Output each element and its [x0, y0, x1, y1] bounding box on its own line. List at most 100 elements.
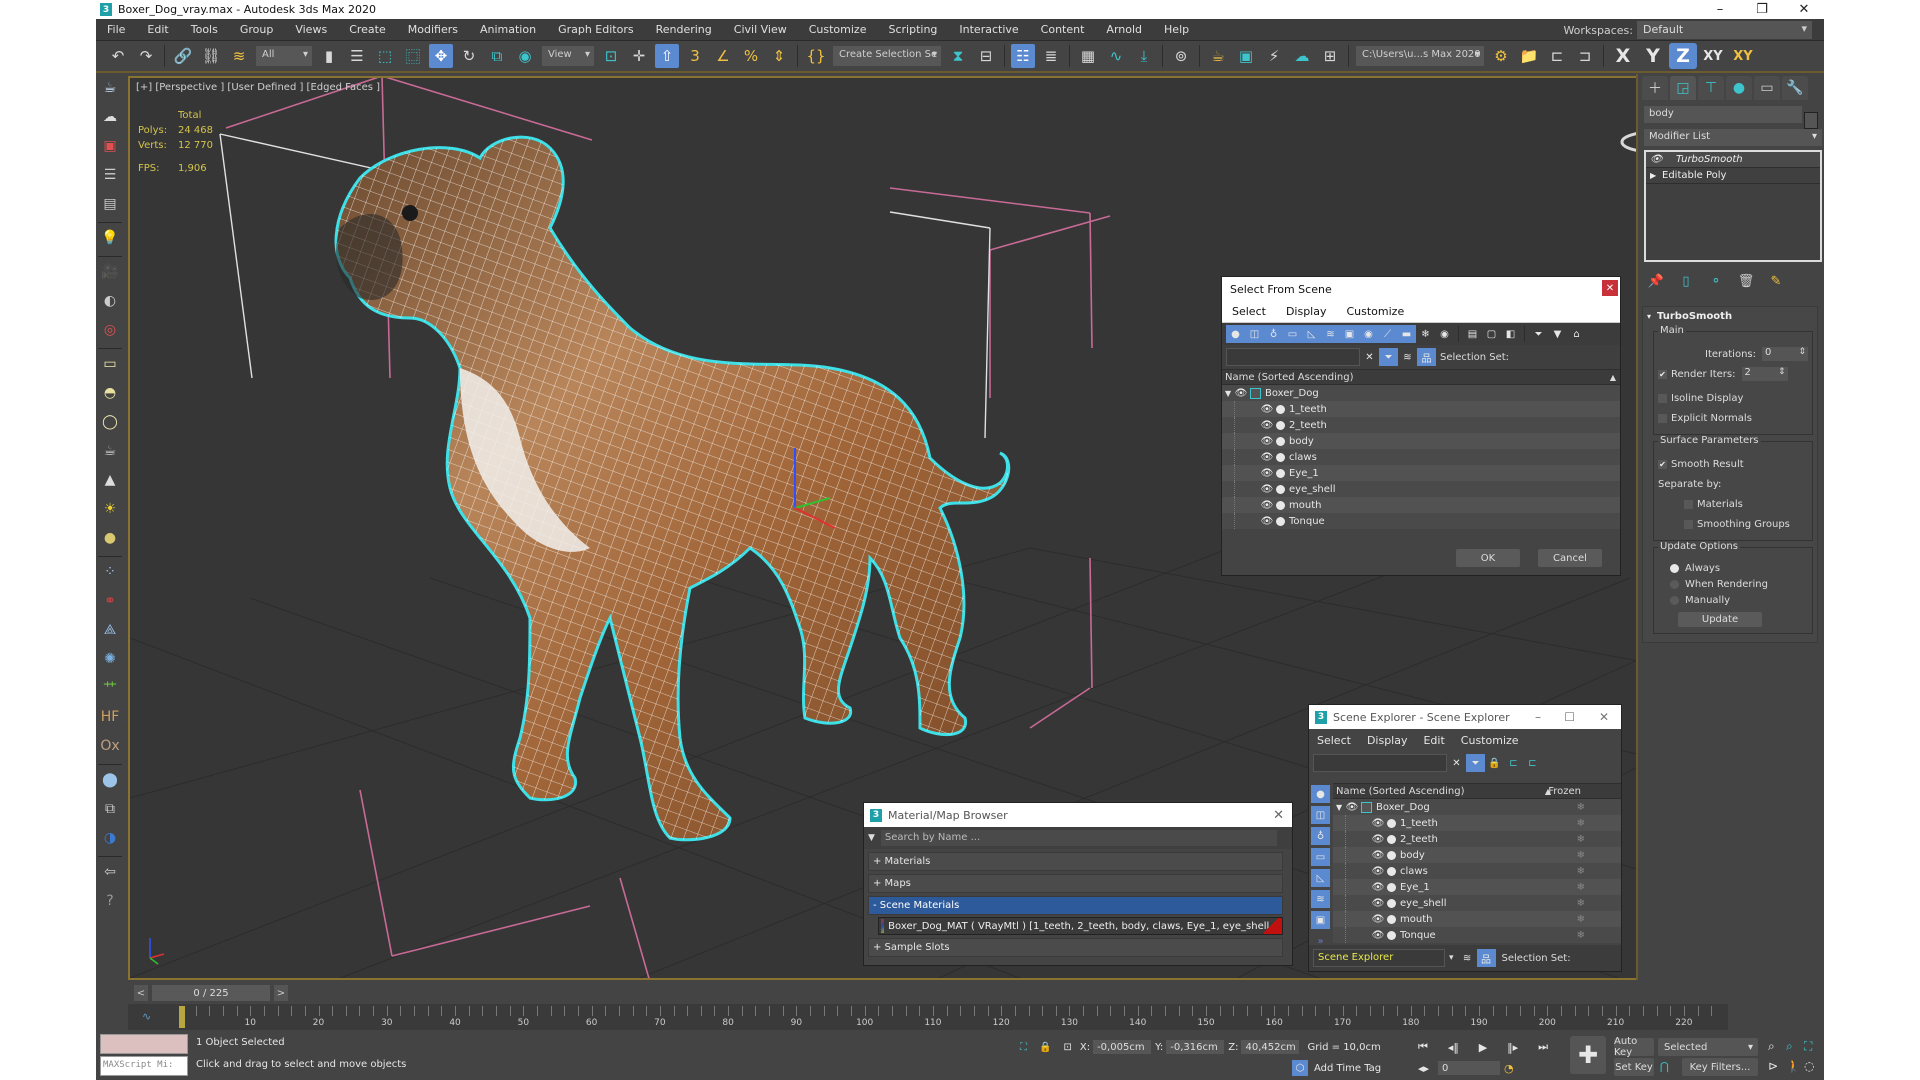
close-icon[interactable]: ✕: [1602, 280, 1618, 296]
ribbon-toggle-icon[interactable]: ▦: [1076, 44, 1100, 68]
visibility-eye-icon[interactable]: 👁: [1371, 882, 1385, 893]
smoothing-groups-checkbox[interactable]: [1684, 519, 1693, 529]
render-layouts-icon[interactable]: ⊞: [1318, 44, 1342, 68]
current-frame-marker[interactable]: [179, 1006, 185, 1028]
find-filter-icon[interactable]: ⏷: [1379, 348, 1398, 366]
visibility-eye-icon[interactable]: 👁: [1371, 898, 1385, 909]
browser-title-bar[interactable]: 3 Material/Map Browser ✕: [864, 803, 1292, 827]
cancel-button[interactable]: Cancel: [1538, 549, 1602, 567]
project-folder-icon[interactable]: 📁: [1517, 44, 1541, 68]
visibility-eye-icon[interactable]: 👁: [1260, 468, 1274, 479]
camera-icon[interactable]: 🎥: [99, 261, 121, 283]
hair-fur-icon[interactable]: HF: [99, 706, 121, 728]
physical-camera-icon[interactable]: ◐: [99, 290, 121, 312]
display-tab-icon[interactable]: ▭: [1754, 76, 1780, 100]
options-dropdown-icon[interactable]: ▼: [868, 833, 875, 843]
spinner-snap-icon[interactable]: ⇕: [767, 44, 791, 68]
tree-row-root[interactable]: ▼ 👁 Boxer_Dog ❄: [1333, 799, 1621, 815]
axis-xy-cycle-button[interactable]: XY: [1729, 43, 1757, 69]
help-icon[interactable]: ?: [99, 890, 121, 912]
frozen-toggle-icon[interactable]: ❄: [1577, 818, 1585, 829]
select-by-name-icon[interactable]: ☰: [345, 44, 369, 68]
lock-icon[interactable]: 🔒: [1485, 754, 1504, 772]
frozen-toggle-icon[interactable]: ❄: [1577, 898, 1585, 909]
modify-tab-icon[interactable]: ◲: [1670, 76, 1696, 100]
menu-group[interactable]: Group: [229, 23, 285, 36]
particles-icon[interactable]: ⁘: [99, 561, 121, 583]
named-selection-dropdown[interactable]: Create Selection Se: [833, 46, 941, 66]
zoom-icon[interactable]: ⌕: [1768, 1039, 1786, 1054]
disc-light-icon[interactable]: ◯: [99, 411, 121, 433]
walk-through-icon[interactable]: 🚶: [1786, 1059, 1804, 1073]
go-to-end-icon[interactable]: ⏭: [1538, 1040, 1548, 1054]
pivot-center-icon[interactable]: ⊡: [599, 44, 623, 68]
smooth-result-checkbox[interactable]: ✔: [1658, 459, 1667, 469]
frozen-toggle-icon[interactable]: ❄: [1577, 882, 1585, 893]
menu-civil-view[interactable]: Civil View: [723, 23, 798, 36]
modifier-list-dropdown[interactable]: Modifier List: [1644, 129, 1822, 146]
bind-spacewarp-icon[interactable]: ≋: [227, 44, 251, 68]
align-icon[interactable]: ⊟: [974, 44, 998, 68]
configure-modifier-sets-icon[interactable]: ✎: [1766, 274, 1786, 289]
filter-icon[interactable]: ▼: [1548, 325, 1567, 343]
reference-coord-dropdown[interactable]: View: [542, 46, 594, 66]
visibility-eye-icon[interactable]: 👁: [1260, 436, 1274, 447]
tree-row[interactable]: 👁 Tonque: [1222, 513, 1620, 529]
object-paint-icon[interactable]: ◑: [99, 827, 121, 849]
visibility-eye-icon[interactable]: 👁: [1260, 484, 1274, 495]
scene-converter-icon[interactable]: ⧉: [99, 798, 121, 820]
add-time-tag-button[interactable]: Add Time Tag: [1314, 1063, 1381, 1074]
make-unique-icon[interactable]: ⚬: [1706, 274, 1726, 289]
schematic-view-icon[interactable]: ⤓: [1132, 44, 1156, 68]
restore-button[interactable]: ❐: [1742, 0, 1782, 19]
search-input[interactable]: [1226, 348, 1360, 366]
tree-row[interactable]: 👁 Eye_1 ❄: [1333, 879, 1621, 895]
render-iters-spinner[interactable]: 2: [1741, 367, 1788, 381]
select-manipulate-icon[interactable]: ✛: [627, 44, 651, 68]
cameras-filter-icon[interactable]: ▭: [1283, 325, 1302, 343]
explorer-title-bar[interactable]: 3 Scene Explorer - Scene Explorer – ☐ ✕: [1309, 705, 1621, 729]
sphere-icon[interactable]: ⬤: [99, 769, 121, 791]
time-configuration-icon[interactable]: ◔: [1504, 1062, 1514, 1075]
go-to-start-icon[interactable]: ⏮: [1418, 1040, 1428, 1054]
y-coordinate-field[interactable]: -0,316cm: [1166, 1040, 1225, 1054]
filter-settings-icon[interactable]: ⏷: [1529, 325, 1548, 343]
menu-content[interactable]: Content: [1030, 23, 1096, 36]
project-tools-icon[interactable]: ⊏: [1545, 44, 1569, 68]
sort-by-layer-icon[interactable]: ≋: [1398, 348, 1417, 366]
zoom-extents-icon[interactable]: ⛶: [1804, 1039, 1822, 1054]
angle-snap-icon[interactable]: ∠: [711, 44, 735, 68]
tree-row[interactable]: 👁 2_teeth: [1222, 417, 1620, 433]
expand-icon[interactable]: ▶: [1650, 171, 1662, 180]
render-iters-checkbox[interactable]: ✔: [1658, 369, 1667, 379]
isoline-display-checkbox[interactable]: [1658, 393, 1667, 403]
set-key-button[interactable]: Set Key: [1614, 1058, 1654, 1076]
xrefs-filter-icon[interactable]: ◉: [1359, 325, 1378, 343]
rendered-frame-window-icon[interactable]: ▣: [1234, 44, 1258, 68]
sort-by-layer-icon[interactable]: ≋: [1458, 949, 1477, 967]
search-by-name-input[interactable]: Search by Name ...: [880, 830, 1277, 846]
ok-button[interactable]: OK: [1456, 549, 1520, 567]
geometry-filter-icon[interactable]: ●: [1311, 785, 1330, 803]
motion-tab-icon[interactable]: ●: [1726, 76, 1752, 100]
key-mode-dropdown[interactable]: Selected ▾: [1658, 1038, 1758, 1056]
visibility-eye-icon[interactable]: 👁: [1371, 914, 1385, 925]
explorer-selector-combo[interactable]: Scene Explorer: [1313, 949, 1445, 967]
tree-row[interactable]: 👁 2_teeth ❄: [1333, 831, 1621, 847]
ornatrix-icon[interactable]: Ox: [99, 735, 121, 757]
time-slider-value[interactable]: 0 / 225: [152, 985, 270, 1001]
metaball-icon[interactable]: ⚭: [99, 590, 121, 612]
tree-row[interactable]: 👁 1_teeth ❄: [1333, 815, 1621, 831]
menu-graph-editors[interactable]: Graph Editors: [547, 23, 645, 36]
menu-tools[interactable]: Tools: [180, 23, 229, 36]
mesh-light-icon[interactable]: ☕: [99, 440, 121, 462]
bones-filter-icon[interactable]: ⟋: [1378, 325, 1397, 343]
hidden-filter-icon[interactable]: ◉: [1435, 325, 1454, 343]
tree-row[interactable]: 👁 Eye_1: [1222, 465, 1620, 481]
menu-help[interactable]: Help: [1153, 23, 1200, 36]
utilities-tab-icon[interactable]: 🔧: [1782, 76, 1808, 100]
next-frame-button[interactable]: >: [274, 985, 288, 1001]
combo-arrow-icon[interactable]: ▾: [1449, 953, 1454, 963]
menu-display[interactable]: Display: [1276, 305, 1337, 318]
lights-filter-icon[interactable]: ♁: [1264, 325, 1283, 343]
